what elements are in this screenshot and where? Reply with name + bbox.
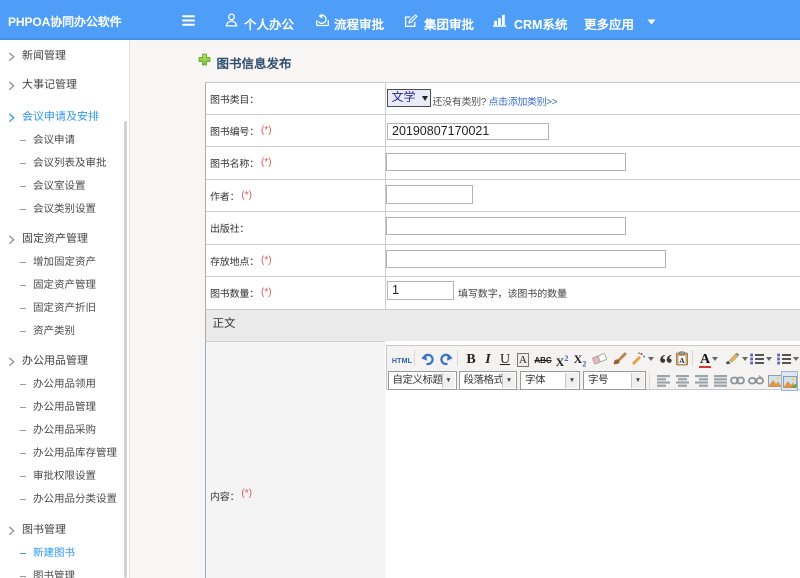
svg-text:A: A — [679, 356, 685, 365]
